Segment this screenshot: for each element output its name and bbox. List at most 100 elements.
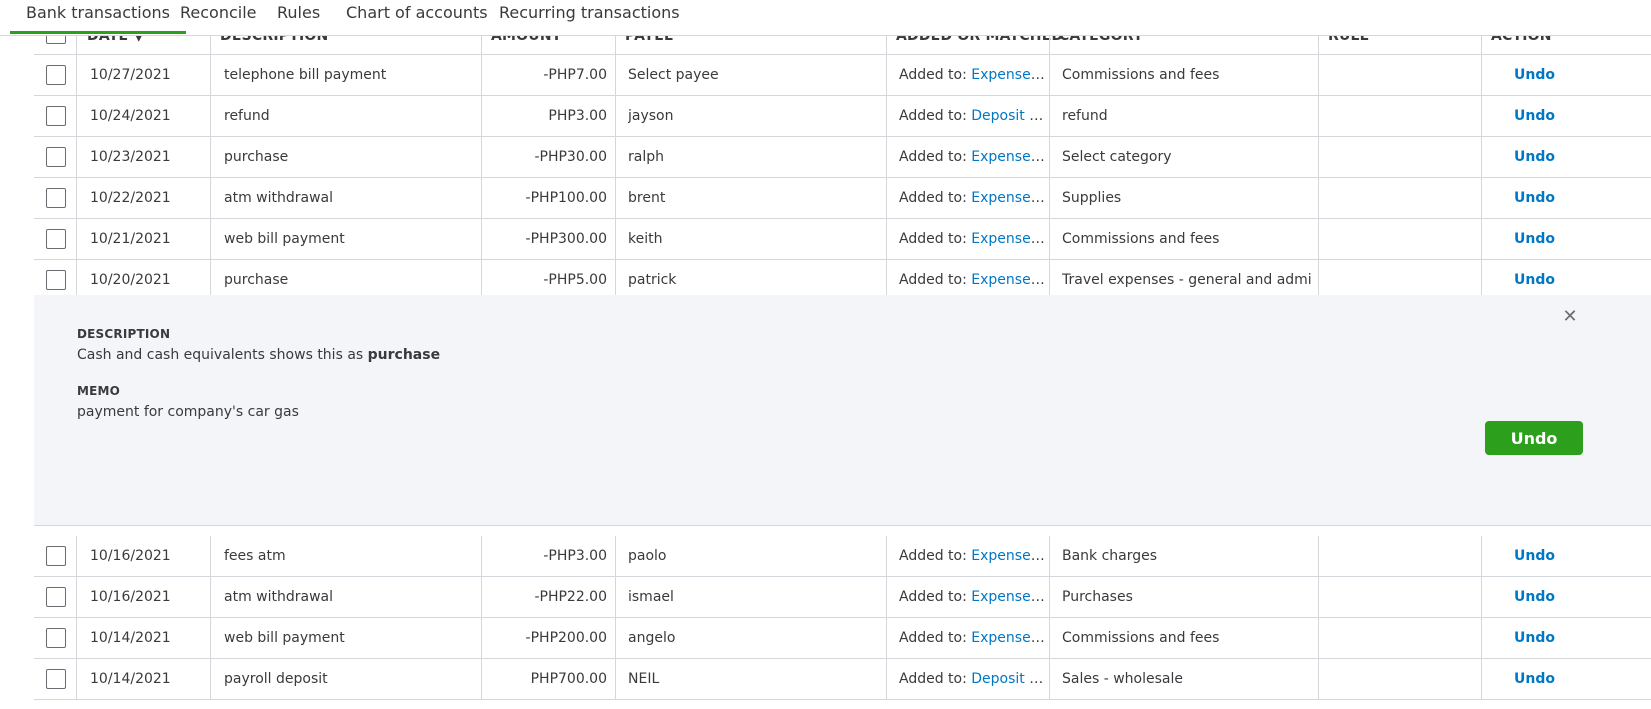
undo-link[interactable]: Undo bbox=[1514, 618, 1574, 658]
undo-link[interactable]: Undo bbox=[1514, 137, 1574, 177]
tab-recurring-transactions[interactable]: Recurring transactions bbox=[499, 0, 680, 31]
table-row[interactable]: 10/27/2021 telephone bill payment -PHP7.… bbox=[34, 55, 1651, 96]
row-amount: -PHP3.00 bbox=[543, 548, 607, 564]
row-added-or-matched: Added to: Expense 10… bbox=[899, 577, 1045, 617]
row-checkbox[interactable] bbox=[46, 628, 66, 648]
row-category[interactable]: Sales - wholesale bbox=[1062, 659, 1312, 699]
row-date: 10/21/2021 bbox=[90, 231, 171, 247]
table-row[interactable]: 10/16/2021 atm withdrawal -PHP22.00 isma… bbox=[34, 577, 1651, 618]
row-checkbox[interactable] bbox=[46, 270, 66, 290]
row-payee[interactable]: keith bbox=[628, 219, 878, 259]
table-row[interactable]: 10/23/2021 purchase -PHP30.00 ralph Adde… bbox=[34, 137, 1651, 178]
row-rule bbox=[1328, 137, 1473, 177]
row-checkbox[interactable] bbox=[46, 546, 66, 566]
tab-reconcile[interactable]: Reconcile bbox=[180, 0, 257, 31]
undo-link[interactable]: Undo bbox=[1514, 219, 1574, 259]
row-date: 10/20/2021 bbox=[90, 272, 171, 288]
row-amount: -PHP200.00 bbox=[525, 630, 607, 646]
added-transaction-link[interactable]: Expense 10… bbox=[971, 149, 1045, 165]
undo-link[interactable]: Undo bbox=[1514, 178, 1574, 218]
undo-link[interactable]: Undo bbox=[1514, 55, 1574, 95]
row-payee[interactable]: jayson bbox=[628, 96, 878, 136]
added-transaction-link[interactable]: Expense 10… bbox=[971, 231, 1045, 247]
row-payee[interactable]: patrick bbox=[628, 260, 878, 300]
added-to-label: Added to: bbox=[899, 190, 967, 206]
row-rule bbox=[1328, 577, 1473, 617]
table-row[interactable]: 10/14/2021 payroll deposit PHP700.00 NEI… bbox=[34, 659, 1651, 700]
memo-text: payment for company's car gas bbox=[77, 404, 299, 420]
added-transaction-link[interactable]: Expense 10… bbox=[971, 548, 1045, 564]
row-payee[interactable]: ismael bbox=[628, 577, 878, 617]
row-payee[interactable]: paolo bbox=[628, 536, 878, 576]
added-transaction-link[interactable]: Deposit 10/… bbox=[971, 671, 1045, 687]
row-added-or-matched: Added to: Expense 10… bbox=[899, 536, 1045, 576]
row-amount: PHP700.00 bbox=[530, 671, 607, 687]
row-category[interactable]: Select category bbox=[1062, 137, 1312, 177]
row-date: 10/24/2021 bbox=[90, 108, 171, 124]
row-category[interactable]: Supplies bbox=[1062, 178, 1312, 218]
added-transaction-link[interactable]: Expense 10… bbox=[971, 190, 1045, 206]
row-date: 10/16/2021 bbox=[90, 589, 171, 605]
row-payee[interactable]: NEIL bbox=[628, 659, 878, 699]
added-transaction-link[interactable]: Expense 10… bbox=[971, 589, 1045, 605]
row-checkbox[interactable] bbox=[46, 188, 66, 208]
tab-rules[interactable]: Rules bbox=[277, 0, 320, 31]
row-added-or-matched: Added to: Expense 10… bbox=[899, 618, 1045, 658]
added-to-label: Added to: bbox=[899, 671, 967, 687]
row-checkbox[interactable] bbox=[46, 229, 66, 249]
tab-chart-of-accounts[interactable]: Chart of accounts bbox=[346, 0, 488, 31]
table-row[interactable]: 10/16/2021 fees atm -PHP3.00 paolo Added… bbox=[34, 536, 1651, 577]
added-transaction-link[interactable]: Expense 10… bbox=[971, 67, 1045, 83]
row-description: web bill payment bbox=[224, 630, 345, 646]
row-checkbox[interactable] bbox=[46, 65, 66, 85]
undo-link[interactable]: Undo bbox=[1514, 260, 1574, 300]
row-checkbox[interactable] bbox=[46, 669, 66, 689]
undo-button[interactable]: Undo bbox=[1485, 421, 1583, 455]
transaction-detail-panel: ✕ DESCRIPTION Cash and cash equivalents … bbox=[34, 295, 1651, 526]
table-row[interactable]: 10/21/2021 web bill payment -PHP300.00 k… bbox=[34, 219, 1651, 260]
row-checkbox[interactable] bbox=[46, 147, 66, 167]
close-icon[interactable]: ✕ bbox=[1560, 307, 1580, 327]
row-payee[interactable]: Select payee bbox=[628, 55, 878, 95]
memo-label: MEMO bbox=[77, 384, 121, 398]
undo-link[interactable]: Undo bbox=[1514, 577, 1574, 617]
undo-link[interactable]: Undo bbox=[1514, 659, 1574, 699]
description-prefix: Cash and cash equivalents shows this as bbox=[77, 347, 364, 363]
row-rule bbox=[1328, 618, 1473, 658]
row-checkbox[interactable] bbox=[46, 587, 66, 607]
added-to-label: Added to: bbox=[899, 231, 967, 247]
row-category[interactable]: refund bbox=[1062, 96, 1312, 136]
row-description: web bill payment bbox=[224, 231, 345, 247]
row-category[interactable]: Bank charges bbox=[1062, 536, 1312, 576]
row-rule bbox=[1328, 55, 1473, 95]
table-row[interactable]: 10/22/2021 atm withdrawal -PHP100.00 bre… bbox=[34, 178, 1651, 219]
row-category[interactable]: Commissions and fees bbox=[1062, 55, 1312, 95]
row-description: atm withdrawal bbox=[224, 589, 333, 605]
row-description: atm withdrawal bbox=[224, 190, 333, 206]
row-category[interactable]: Travel expenses - general and admir bbox=[1062, 260, 1312, 300]
table-row[interactable]: 10/14/2021 web bill payment -PHP200.00 a… bbox=[34, 618, 1651, 659]
row-category[interactable]: Commissions and fees bbox=[1062, 618, 1312, 658]
added-transaction-link[interactable]: Expense 10… bbox=[971, 272, 1045, 288]
table-row[interactable]: 10/24/2021 refund PHP3.00 jayson Added t… bbox=[34, 96, 1651, 137]
row-description: refund bbox=[224, 108, 270, 124]
row-category[interactable]: Purchases bbox=[1062, 577, 1312, 617]
row-payee[interactable]: ralph bbox=[628, 137, 878, 177]
tab-bank-transactions[interactable]: Bank transactions bbox=[10, 0, 186, 34]
row-description: fees atm bbox=[224, 548, 286, 564]
row-payee[interactable]: brent bbox=[628, 178, 878, 218]
undo-link[interactable]: Undo bbox=[1514, 96, 1574, 136]
row-amount: -PHP300.00 bbox=[525, 231, 607, 247]
row-rule bbox=[1328, 96, 1473, 136]
added-to-label: Added to: bbox=[899, 149, 967, 165]
row-added-or-matched: Added to: Expense 10… bbox=[899, 55, 1045, 95]
added-transaction-link[interactable]: Expense 10… bbox=[971, 630, 1045, 646]
undo-link[interactable]: Undo bbox=[1514, 536, 1574, 576]
row-payee[interactable]: angelo bbox=[628, 618, 878, 658]
row-checkbox[interactable] bbox=[46, 106, 66, 126]
added-to-label: Added to: bbox=[899, 108, 967, 124]
row-amount: -PHP7.00 bbox=[543, 67, 607, 83]
added-transaction-link[interactable]: Deposit 10/… bbox=[971, 108, 1045, 124]
description-value: purchase bbox=[367, 347, 441, 363]
row-category[interactable]: Commissions and fees bbox=[1062, 219, 1312, 259]
